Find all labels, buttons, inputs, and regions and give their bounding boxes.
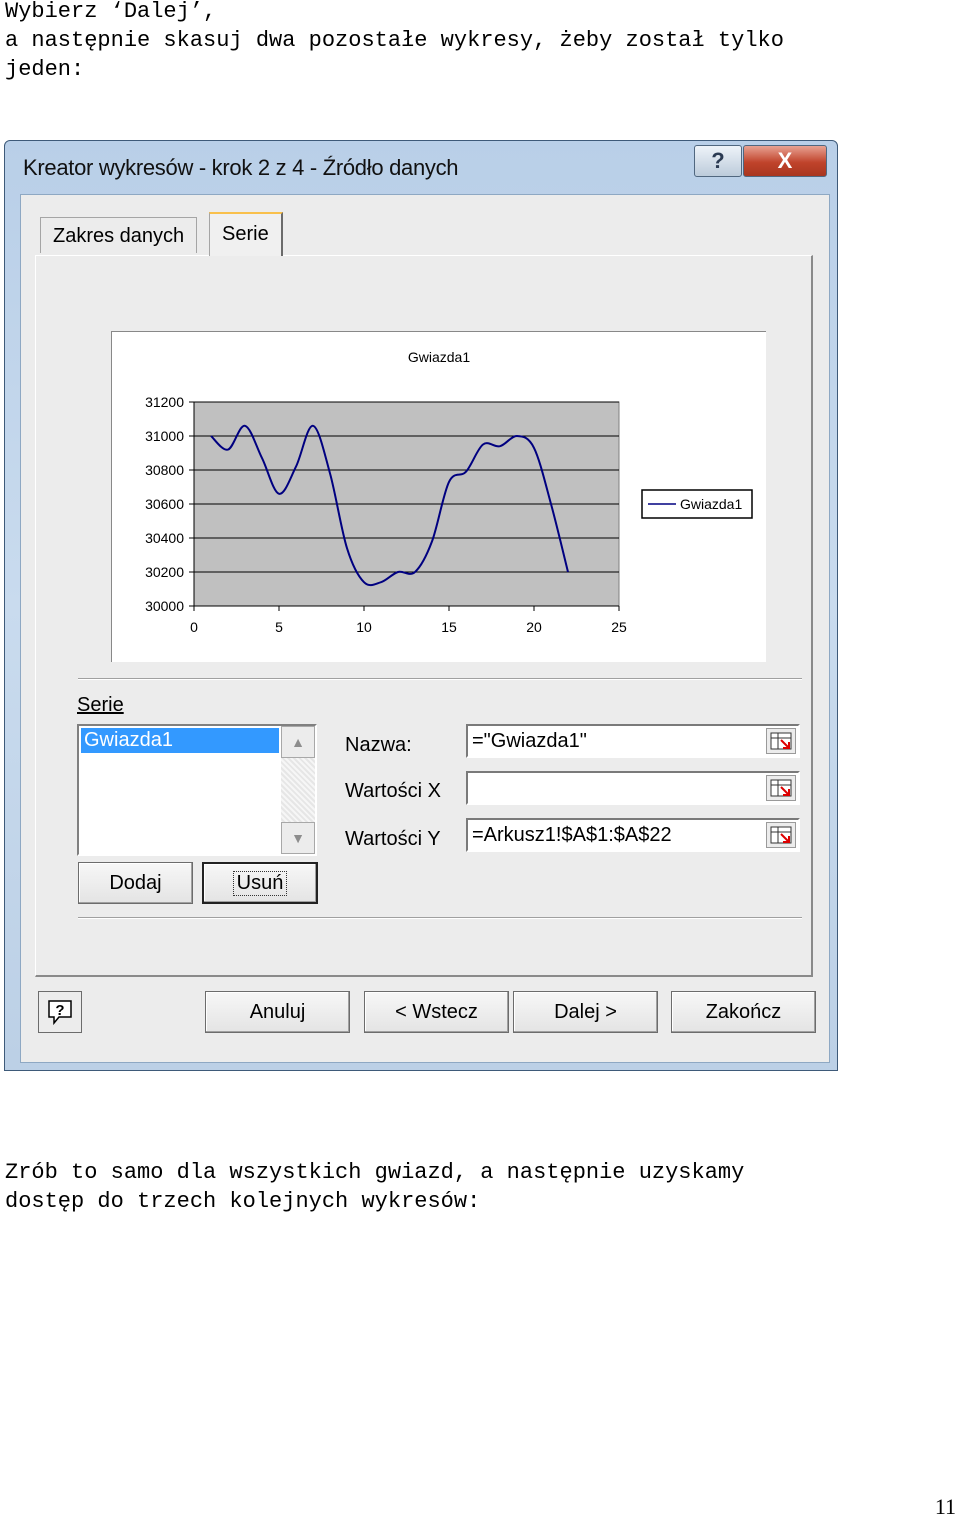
- add-series-label: Dodaj: [109, 871, 162, 894]
- add-series-button[interactable]: Dodaj: [78, 862, 193, 904]
- chart-wizard-dialog: Kreator wykresów - krok 2 z 4 - Źródło d…: [4, 140, 838, 1071]
- series-label: Serie: [77, 694, 124, 717]
- wizard-help-button[interactable]: ?: [38, 991, 82, 1033]
- name-label: Nazwa:: [345, 734, 412, 756]
- chart-title: Gwiazda1: [408, 349, 470, 365]
- y-values-label: Wartości Y: [345, 828, 441, 850]
- x-values-field[interactable]: [466, 771, 800, 805]
- x-tick-label: 20: [526, 619, 542, 635]
- titlebar-close-button[interactable]: X: [743, 145, 827, 177]
- x-tick-label: 15: [441, 619, 457, 635]
- remove-series-label: Usuń: [232, 870, 288, 896]
- x-tick-label: 5: [275, 619, 283, 635]
- back-label: < Wstecz: [395, 1000, 478, 1023]
- svg-text:?: ?: [55, 1002, 64, 1019]
- name-input[interactable]: [472, 727, 752, 755]
- scroll-down-icon[interactable]: ▼: [281, 822, 315, 854]
- intro-line: jeden:: [5, 57, 85, 82]
- x-values-input[interactable]: [472, 774, 752, 802]
- y-tick-label: 30800: [145, 462, 184, 478]
- tab-series[interactable]: Serie: [209, 212, 283, 256]
- tab-data-range[interactable]: Zakres danych: [40, 217, 198, 253]
- range-picker-icon: [770, 779, 792, 797]
- intro-line: Wybierz ‘Dalej’,: [5, 0, 217, 24]
- remove-series-button[interactable]: Usuń: [202, 862, 318, 904]
- y-tick-label: 30200: [145, 564, 184, 580]
- x-tick-label: 10: [356, 619, 372, 635]
- page-number: 11: [934, 1494, 956, 1519]
- listbox-scrollbar[interactable]: ▲ ▼: [281, 726, 315, 854]
- outro-line: Zrób to samo dla wszystkich gwiazd, a na…: [5, 1160, 745, 1185]
- question-mark-icon: ?: [711, 148, 725, 173]
- series-tab-panel: Gwiazda1 30000 30200 30400 30600 30800 31000 3…: [35, 255, 813, 977]
- y-tick-label: 30600: [145, 496, 184, 512]
- x-tick-label: 0: [190, 619, 198, 635]
- range-picker-button[interactable]: [766, 775, 796, 801]
- range-picker-button[interactable]: [766, 822, 796, 848]
- series-label-text: Serie: [77, 694, 124, 716]
- separator: [78, 678, 802, 680]
- close-icon: X: [777, 148, 793, 173]
- name-field[interactable]: [466, 724, 800, 758]
- intro-line: a następnie skasuj dwa pozostałe wykresy…: [5, 28, 784, 53]
- chart-legend: Gwiazda1: [641, 489, 753, 519]
- outro-text: Zrób to samo dla wszystkich gwiazd, a na…: [5, 1158, 744, 1216]
- intro-text: Wybierz ‘Dalej’, a następnie skasuj dwa …: [5, 0, 784, 84]
- titlebar-help-button[interactable]: ?: [694, 145, 742, 177]
- series-listbox[interactable]: Gwiazda1 ▲ ▼: [77, 724, 317, 856]
- y-tick-label: 30000: [145, 598, 184, 614]
- finish-label: Zakończ: [705, 1000, 782, 1023]
- next-label: Dalej >: [554, 1000, 617, 1023]
- dialog-title: Kreator wykresów - krok 2 z 4 - Źródło d…: [23, 155, 459, 180]
- help-icon: ?: [48, 1000, 72, 1026]
- range-picker-icon: [770, 732, 792, 750]
- plot-area: 30000 30200 30400 30600 30800 31000 31200 0 5 10 1…: [145, 394, 627, 635]
- chart-svg: Gwiazda1 3000030200304003060030800310003…: [145, 349, 753, 635]
- legend-label: Gwiazda1: [680, 496, 742, 512]
- y-tick-label: 31000: [145, 428, 184, 444]
- scroll-up-icon[interactable]: ▲: [281, 726, 315, 758]
- x-values-label: Wartości X: [345, 780, 441, 802]
- y-tick-label: 30400: [145, 530, 184, 546]
- next-button[interactable]: Dalej >: [513, 991, 658, 1033]
- cancel-button[interactable]: Anuluj: [205, 991, 350, 1033]
- y-values-input[interactable]: [472, 821, 752, 849]
- y-values-field[interactable]: [466, 818, 800, 852]
- x-tick-label: 25: [611, 619, 627, 635]
- finish-button[interactable]: Zakończ: [671, 991, 816, 1033]
- range-picker-icon: [770, 826, 792, 844]
- separator: [78, 917, 802, 919]
- outro-line: dostęp do trzech kolejnych wykresów:: [5, 1189, 481, 1214]
- cancel-label: Anuluj: [249, 1000, 306, 1023]
- back-button[interactable]: < Wstecz: [364, 991, 509, 1033]
- series-list-item[interactable]: Gwiazda1: [81, 728, 279, 753]
- chart-preview: Gwiazda1 30000 30200 30400 30600 30800 31000 3…: [111, 331, 766, 662]
- range-picker-button[interactable]: [766, 728, 796, 754]
- dialog-client-area: Zakres danych Serie Gwiazda1 30000 30200 3…: [20, 194, 830, 1063]
- y-tick-label: 31200: [145, 394, 184, 410]
